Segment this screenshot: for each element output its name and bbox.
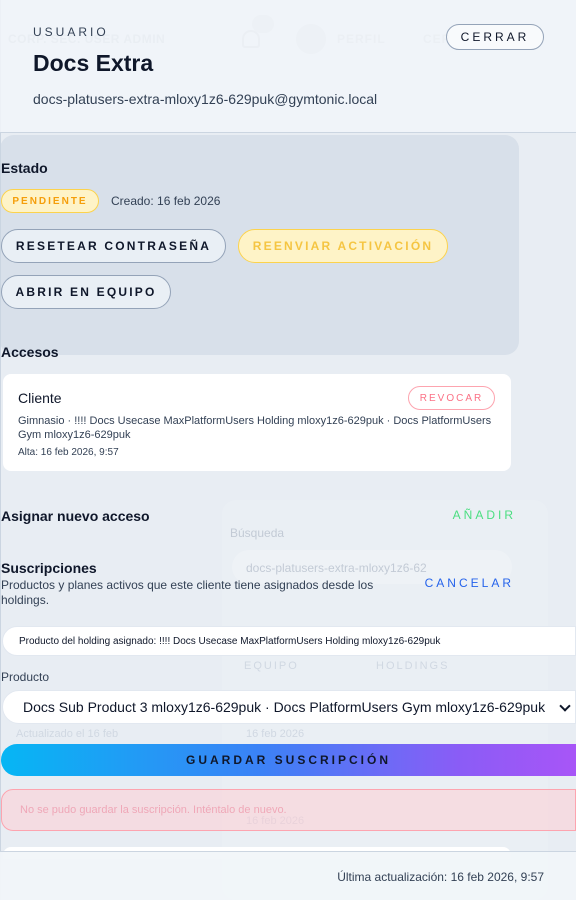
assign-access-title: Asignar nuevo acceso <box>1 508 150 524</box>
created-date: Creado: 16 feb 2026 <box>111 194 221 208</box>
access-detail: Gimnasio · !!!! Docs Usecase MaxPlatform… <box>18 415 492 441</box>
subscriptions-title: Suscripciones <box>1 560 97 576</box>
status-title: Estado <box>1 160 48 176</box>
user-name: Docs Extra <box>33 50 154 76</box>
sheet-eyebrow: USUARIO <box>33 25 109 39</box>
cancel-button[interactable]: CANCELAR <box>410 574 514 592</box>
access-role: Cliente <box>18 390 62 406</box>
product-select[interactable]: Docs Sub Product 3 mloxy1z6-629puk · Doc… <box>2 690 576 724</box>
user-email: docs-platusers-extra-mloxy1z6-629puk@gym… <box>33 91 378 107</box>
revoke-button[interactable]: REVOCAR <box>408 386 495 410</box>
add-access-button[interactable]: AÑADIR <box>440 506 516 524</box>
access-card: Cliente REVOCAR Gimnasio · !!!! Docs Use… <box>3 374 511 471</box>
holding-product-field: Producto del holding asignado: !!!! Docs… <box>2 626 576 656</box>
product-select-value: Docs Sub Product 3 mloxy1z6-629puk · Doc… <box>23 699 546 715</box>
error-banner: No se pudo guardar la suscripción. Intén… <box>1 789 576 831</box>
save-subscription-button[interactable]: GUARDAR SUSCRIPCIÓN <box>1 744 576 776</box>
sheet-footer: Última actualización: 16 feb 2026, 9:57 <box>0 851 576 900</box>
chevron-down-icon <box>559 700 571 712</box>
product-label: Producto <box>1 670 50 684</box>
accesses-title: Accesos <box>1 344 59 360</box>
open-in-team-button[interactable]: ABRIR EN EQUIPO <box>1 275 171 309</box>
status-badge: PENDIENTE <box>1 189 99 213</box>
subscriptions-description: Productos y planes activos que este clie… <box>1 578 374 607</box>
reset-password-button[interactable]: RESETEAR CONTRASEÑA <box>1 229 226 263</box>
user-detail-sheet: USUARIO Docs Extra docs-platusers-extra-… <box>0 0 576 900</box>
access-date: Alta: 16 feb 2026, 9:57 <box>18 447 119 458</box>
last-updated: Última actualización: 16 feb 2026, 9:57 <box>337 870 544 884</box>
close-button[interactable]: CERRAR <box>446 24 544 50</box>
sheet-header: USUARIO Docs Extra docs-platusers-extra-… <box>0 0 576 133</box>
resend-activation-button[interactable]: REENVIAR ACTIVACIÓN <box>238 229 448 263</box>
